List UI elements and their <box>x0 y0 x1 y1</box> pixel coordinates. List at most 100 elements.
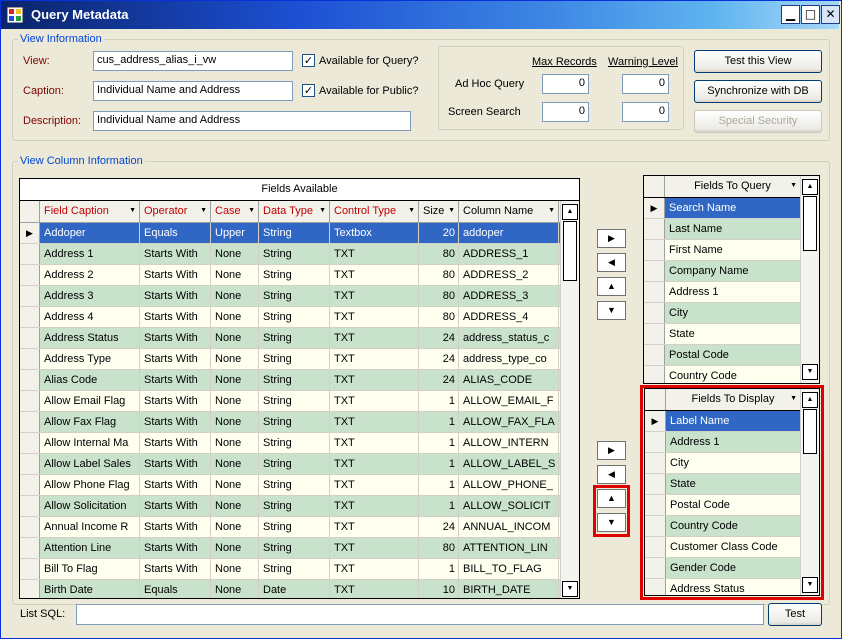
cell-field-caption[interactable]: Address 4 <box>40 307 140 327</box>
cell-column-name[interactable]: addoper <box>459 223 559 243</box>
row-selector[interactable] <box>644 261 665 281</box>
table-row[interactable]: Address 1 Starts With None String TXT 80 ADDRE… <box>20 244 579 265</box>
cell-case[interactable]: None <box>211 559 259 579</box>
cell-operator[interactable]: Starts With <box>140 244 211 264</box>
row-selector[interactable] <box>20 496 40 516</box>
row-selector[interactable] <box>645 432 666 452</box>
cell-control-type[interactable]: TXT <box>330 328 419 348</box>
cell-size[interactable]: 24 <box>419 370 459 390</box>
cell-column-name[interactable]: BIRTH_DATE <box>459 580 559 598</box>
row-selector[interactable] <box>644 240 665 260</box>
cell-size[interactable]: 1 <box>419 496 459 516</box>
cell-size[interactable]: 80 <box>419 538 459 558</box>
column-header-case[interactable]: Case ▼ <box>211 201 259 222</box>
cell-field-caption[interactable]: Attention Line <box>40 538 140 558</box>
row-selector[interactable] <box>20 286 40 306</box>
cell-size[interactable]: 20 <box>419 223 459 243</box>
list-item[interactable]: City <box>644 303 800 324</box>
fields-to-query-header[interactable]: Fields To Query ▼ <box>665 176 800 197</box>
cell-data-type[interactable]: String <box>259 496 330 516</box>
cell-column-name[interactable]: ALIAS_CODE <box>459 370 559 390</box>
cell-size[interactable]: 1 <box>419 391 459 411</box>
cell-data-type[interactable]: String <box>259 286 330 306</box>
cell-size[interactable]: 80 <box>419 265 459 285</box>
cell-operator[interactable]: Starts With <box>140 559 211 579</box>
list-item[interactable]: Postal Code <box>645 495 800 516</box>
row-selector[interactable] <box>20 244 40 264</box>
cell-case[interactable]: None <box>211 580 259 598</box>
table-row[interactable]: Allow Internal Ma Starts With None String TX… <box>20 433 579 454</box>
column-header-field-caption[interactable]: Field Caption ▼ <box>40 201 140 222</box>
cell-column-name[interactable]: BILL_TO_FLAG <box>459 559 559 579</box>
cell-operator[interactable]: Starts With <box>140 433 211 453</box>
cell-field-caption[interactable]: Bill To Flag <box>40 559 140 579</box>
row-selector[interactable] <box>644 282 665 302</box>
cell-case[interactable]: None <box>211 454 259 474</box>
cell-control-type[interactable]: TXT <box>330 370 419 390</box>
table-row[interactable]: Birth Date Equals None Date TXT 10 BIRTH_DATE <box>20 580 579 598</box>
fields-to-display-scrollbar[interactable]: ▲ ▼ <box>800 389 819 595</box>
table-row[interactable]: Alias Code Starts With None String TXT 24 ALIA… <box>20 370 579 391</box>
row-selector[interactable] <box>645 516 666 536</box>
cell-control-type[interactable]: TXT <box>330 391 419 411</box>
cell-field-caption[interactable]: Address Type <box>40 349 140 369</box>
table-row[interactable]: Allow Label Sales Starts With None String TX… <box>20 454 579 475</box>
cell-size[interactable]: 1 <box>419 559 459 579</box>
cell-data-type[interactable]: String <box>259 433 330 453</box>
cell-column-name[interactable]: ALLOW_PHONE_ <box>459 475 559 495</box>
list-sql-field[interactable] <box>76 604 764 625</box>
cell-case[interactable]: None <box>211 328 259 348</box>
cell-data-type[interactable]: String <box>259 244 330 264</box>
scroll-up-button[interactable]: ▲ <box>802 179 818 195</box>
row-selector[interactable] <box>20 265 40 285</box>
table-row[interactable]: Address 3 Starts With None String TXT 80 ADDRE… <box>20 286 579 307</box>
screen-search-max-records-field[interactable]: 0 <box>542 102 589 122</box>
cell-control-type[interactable]: TXT <box>330 433 419 453</box>
list-item[interactable]: Gender Code <box>645 558 800 579</box>
cell-size[interactable]: 80 <box>419 307 459 327</box>
table-row[interactable]: ▶ Addoper Equals Upper String Textbox 20 addope… <box>20 223 579 244</box>
cell-size[interactable]: 80 <box>419 286 459 306</box>
cell-control-type[interactable]: TXT <box>330 349 419 369</box>
list-item[interactable]: ▶ Label Name <box>645 411 800 432</box>
cell-column-name[interactable]: ADDRESS_2 <box>459 265 559 285</box>
cell-column-name[interactable]: ALLOW_SOLICIT <box>459 496 559 516</box>
cell-operator[interactable]: Equals <box>140 580 211 598</box>
row-selector[interactable] <box>20 559 40 579</box>
cell-column-name[interactable]: address_status_c <box>459 328 559 348</box>
test-view-button[interactable]: Test this View <box>694 50 822 73</box>
cell-field-caption[interactable]: Annual Income R <box>40 517 140 537</box>
cell-field-caption[interactable]: Birth Date <box>40 580 140 598</box>
row-selector[interactable] <box>20 475 40 495</box>
minimize-button[interactable]: ▁ <box>781 5 800 24</box>
list-item[interactable]: Company Name <box>644 261 800 282</box>
list-item[interactable]: Last Name <box>644 219 800 240</box>
cell-size[interactable]: 1 <box>419 433 459 453</box>
cell-case[interactable]: None <box>211 517 259 537</box>
cell-data-type[interactable]: String <box>259 538 330 558</box>
row-selector[interactable] <box>644 303 665 323</box>
move-display-down-button[interactable]: ▼ <box>597 513 626 532</box>
row-selector[interactable] <box>645 537 666 557</box>
cell-case[interactable]: None <box>211 433 259 453</box>
cell-operator[interactable]: Starts With <box>140 475 211 495</box>
column-header-data-type[interactable]: Data Type ▼ <box>259 201 330 222</box>
column-header-column-name[interactable]: Column Name ▼ <box>459 201 559 222</box>
cell-control-type[interactable]: TXT <box>330 496 419 516</box>
list-item[interactable]: Country Code <box>645 516 800 537</box>
cell-column-name[interactable]: ADDRESS_4 <box>459 307 559 327</box>
table-row[interactable]: Attention Line Starts With None String TXT 80… <box>20 538 579 559</box>
cell-control-type[interactable]: TXT <box>330 538 419 558</box>
row-selector[interactable]: ▶ <box>645 411 666 431</box>
cell-case[interactable]: None <box>211 391 259 411</box>
cell-data-type[interactable]: String <box>259 475 330 495</box>
cell-operator[interactable]: Starts With <box>140 265 211 285</box>
ad-hoc-warning-level-field[interactable]: 0 <box>622 74 669 94</box>
remove-from-display-button[interactable]: ◀ <box>597 465 626 484</box>
cell-column-name[interactable]: ALLOW_EMAIL_F <box>459 391 559 411</box>
row-selector[interactable] <box>645 474 666 494</box>
description-field[interactable]: Individual Name and Address <box>93 111 411 131</box>
cell-control-type[interactable]: TXT <box>330 517 419 537</box>
list-item[interactable]: Address 1 <box>644 282 800 303</box>
cell-data-type[interactable]: String <box>259 223 330 243</box>
